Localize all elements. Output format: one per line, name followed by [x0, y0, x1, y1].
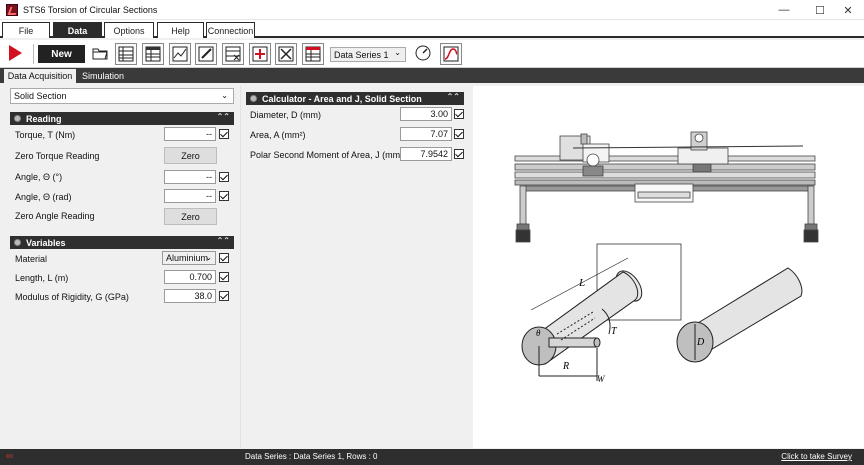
line-chart-icon[interactable]: [169, 43, 191, 65]
cross-section-cylinder-illustration: [676, 267, 803, 363]
zero-torque-label: Zero Torque Reading: [15, 151, 100, 161]
menu-bar: File Data Options Help Connection: [0, 20, 864, 38]
reading-header[interactable]: Reading ⌃⌃: [10, 112, 234, 125]
reading-title: Reading: [26, 113, 62, 124]
tab-options[interactable]: Options: [104, 22, 154, 38]
angle-deg-checkbox[interactable]: [219, 172, 229, 182]
diameter-label: Diameter, D (mm): [250, 110, 322, 120]
area-label: Area, A (mm²): [250, 130, 306, 140]
variables-title: Variables: [26, 237, 66, 248]
angle-rad-label: Angle, Θ (rad): [15, 192, 72, 202]
close-button[interactable]: ✕: [832, 0, 864, 20]
left-panel: Solid Section ⌄ Reading ⌃⌃ Torque, T (Nm…: [4, 86, 236, 448]
toolbar: New Data Series 1 ⌄: [0, 40, 864, 68]
section-select[interactable]: Solid Section ⌄: [10, 88, 234, 104]
minimize-button[interactable]: —: [764, 0, 804, 20]
length-field[interactable]: 0.700: [164, 270, 216, 284]
calculator-header[interactable]: Calculator - Area and J, Solid Section ⌃…: [246, 92, 464, 105]
diagram-label-length: L: [578, 277, 585, 289]
diameter-field[interactable]: 3.00: [400, 107, 452, 121]
series-table-icon[interactable]: [302, 43, 324, 65]
rigidity-field[interactable]: 38.0: [164, 289, 216, 303]
diagram-panel: L T θ R W D: [473, 86, 864, 448]
clear-table-icon[interactable]: [275, 43, 297, 65]
section-bullet-icon: [250, 95, 257, 102]
diameter-checkbox[interactable]: [454, 109, 464, 119]
status-text: Data Series : Data Series 1, Rows : 0: [245, 452, 378, 461]
table-icon[interactable]: [115, 43, 137, 65]
length-checkbox[interactable]: [219, 272, 229, 282]
angle-rad-checkbox[interactable]: [219, 191, 229, 201]
tab-file[interactable]: File: [2, 22, 50, 38]
angle-deg-label: Angle, Θ (°): [15, 172, 63, 182]
tab-connection[interactable]: Connection: [206, 22, 255, 38]
polar-moment-label: Polar Second Moment of Area, J (mm⁴): [250, 150, 407, 160]
window-title: STS6 Torsion of Circular Sections: [23, 4, 158, 15]
zero-angle-button[interactable]: Zero: [164, 208, 217, 225]
variables-header[interactable]: Variables ⌃⌃: [10, 236, 234, 249]
area-field[interactable]: 7.07: [400, 127, 452, 141]
play-icon[interactable]: [9, 45, 22, 61]
zero-angle-label: Zero Angle Reading: [15, 211, 95, 221]
tab-simulation[interactable]: Simulation: [78, 69, 128, 83]
rigidity-label: Modulus of Rigidity, G (GPa): [15, 292, 129, 302]
area-checkbox[interactable]: [454, 129, 464, 139]
title-bar: STS6 Torsion of Circular Sections — ☐ ✕: [0, 0, 864, 20]
material-select-value: Aluminium: [166, 253, 209, 263]
new-button[interactable]: New: [38, 45, 85, 63]
length-label: Length, L (m): [15, 273, 69, 283]
torque-checkbox[interactable]: [219, 129, 229, 139]
data-series-select[interactable]: Data Series 1 ⌄: [330, 47, 406, 62]
collapse-icon[interactable]: ⌃⌃: [447, 92, 460, 101]
torque-label: Torque, T (Nm): [15, 130, 76, 140]
collapse-icon[interactable]: ⌃⌃: [217, 236, 230, 245]
tab-help[interactable]: Help: [157, 22, 204, 38]
status-bar: ∞ Data Series : Data Series 1, Rows : 0 …: [0, 449, 864, 465]
delete-row-icon[interactable]: [222, 43, 244, 65]
data-series-select-value: Data Series 1: [334, 49, 389, 60]
calculator-title: Calculator - Area and J, Solid Section: [262, 93, 422, 104]
apparatus-illustration: L T θ R W D: [514, 131, 819, 384]
calculator-panel: Calculator - Area and J, Solid Section ⌃…: [244, 92, 464, 448]
material-select[interactable]: Aluminium ⌄: [162, 251, 216, 265]
panel-divider: [240, 86, 241, 448]
torsion-test-rig-illustration: [514, 131, 819, 243]
sub-tab-bar: Data Acquisition Simulation: [0, 68, 864, 83]
zero-torque-button[interactable]: Zero: [164, 147, 217, 164]
material-checkbox[interactable]: [219, 253, 229, 263]
gauge-icon[interactable]: [413, 43, 435, 65]
add-row-icon[interactable]: [249, 43, 271, 65]
status-app-icon: ∞: [6, 451, 14, 462]
tab-data[interactable]: Data: [53, 22, 102, 38]
chevron-down-icon: ⌄: [221, 91, 228, 100]
app-icon: [6, 3, 18, 16]
section-bullet-icon: [14, 239, 21, 246]
section-select-value: Solid Section: [14, 91, 67, 101]
open-folder-icon[interactable]: [90, 43, 112, 65]
collapse-icon[interactable]: ⌃⌃: [217, 112, 230, 121]
tab-data-acquisition[interactable]: Data Acquisition: [4, 69, 76, 83]
diagram-label-load: W: [597, 374, 606, 384]
chevron-down-icon: ⌄: [394, 48, 401, 57]
section-bullet-icon: [14, 115, 21, 122]
polar-moment-field[interactable]: 7.9542: [400, 147, 452, 161]
edit-pen-icon[interactable]: [195, 43, 217, 65]
diagram-label-torque: T: [611, 326, 618, 337]
polar-moment-checkbox[interactable]: [454, 149, 464, 159]
material-label: Material: [15, 254, 48, 264]
torque-field[interactable]: --: [164, 127, 216, 141]
survey-link[interactable]: Click to take Survey: [781, 452, 852, 461]
diagram-label-radius: R: [562, 361, 569, 372]
angle-rad-field[interactable]: --: [164, 189, 216, 203]
graph-icon[interactable]: [440, 43, 462, 65]
angle-deg-field[interactable]: --: [164, 170, 216, 184]
diagram-label-theta: θ: [536, 328, 541, 338]
toolbar-separator: [33, 44, 34, 64]
diagram-label-diameter: D: [696, 337, 705, 348]
data-table-icon[interactable]: [142, 43, 164, 65]
chevron-down-icon: ⌄: [205, 253, 212, 262]
rigidity-checkbox[interactable]: [219, 291, 229, 301]
